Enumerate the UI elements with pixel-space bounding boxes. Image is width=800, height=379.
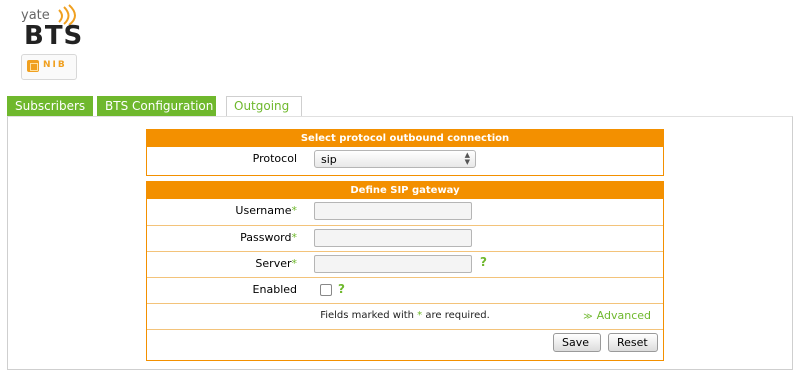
advanced-link[interactable]: ≫ Advanced [583, 304, 651, 329]
required-asterisk: * [291, 231, 298, 244]
logo-nib-text: NIB [43, 60, 67, 70]
required-asterisk: * [291, 204, 298, 217]
outgoing-panel: Select protocol outbound connection Prot… [7, 116, 793, 370]
username-input[interactable] [314, 202, 472, 220]
protocol-select[interactable]: sip ▲ ▼ [314, 150, 476, 168]
enabled-help-icon[interactable]: ? [338, 282, 345, 296]
password-input[interactable] [314, 229, 472, 247]
password-label: Password* [240, 231, 298, 244]
server-input[interactable] [314, 255, 472, 273]
select-arrows-icon: ▲ ▼ [464, 151, 470, 166]
protocol-select-value: sip [321, 153, 337, 166]
enabled-row: Enabled ? [147, 277, 663, 303]
protocol-row: Protocol sip ▲ ▼ [147, 147, 663, 172]
logo-bts-text: BTS [24, 21, 84, 51]
reset-button[interactable]: Reset [608, 333, 658, 352]
double-chevron-down-icon: ≫ [583, 312, 593, 322]
tab-subscribers[interactable]: Subscribers [7, 96, 93, 117]
save-button[interactable]: Save [553, 333, 601, 352]
required-asterisk: * [291, 257, 298, 270]
required-note-row: Fields marked with * are required. ≫ Adva… [147, 303, 663, 329]
username-label: Username* [235, 204, 298, 217]
password-row: Password* [147, 225, 663, 251]
sip-gateway-section: Define SIP gateway Username* Password* S… [146, 181, 664, 361]
tab-outgoing[interactable]: Outgoing [226, 96, 302, 118]
enabled-checkbox[interactable] [320, 284, 332, 296]
tab-bts-configuration[interactable]: BTS Configuration [97, 96, 216, 117]
yatebts-nib-logo: yate BTS NIB [18, 4, 86, 82]
server-help-icon[interactable]: ? [480, 255, 487, 269]
sim-card-icon [27, 60, 39, 72]
enabled-label: Enabled [252, 283, 297, 296]
server-row: Server* ? [147, 251, 663, 277]
protocol-section: Select protocol outbound connection Prot… [146, 129, 664, 176]
username-row: Username* [147, 199, 663, 225]
logo-nib-badge: NIB [21, 54, 77, 80]
protocol-section-title: Select protocol outbound connection [147, 130, 663, 147]
server-label: Server* [255, 257, 298, 270]
sip-section-title: Define SIP gateway [147, 182, 663, 199]
actions-row: Save Reset [147, 329, 663, 355]
protocol-label: Protocol [252, 152, 297, 165]
